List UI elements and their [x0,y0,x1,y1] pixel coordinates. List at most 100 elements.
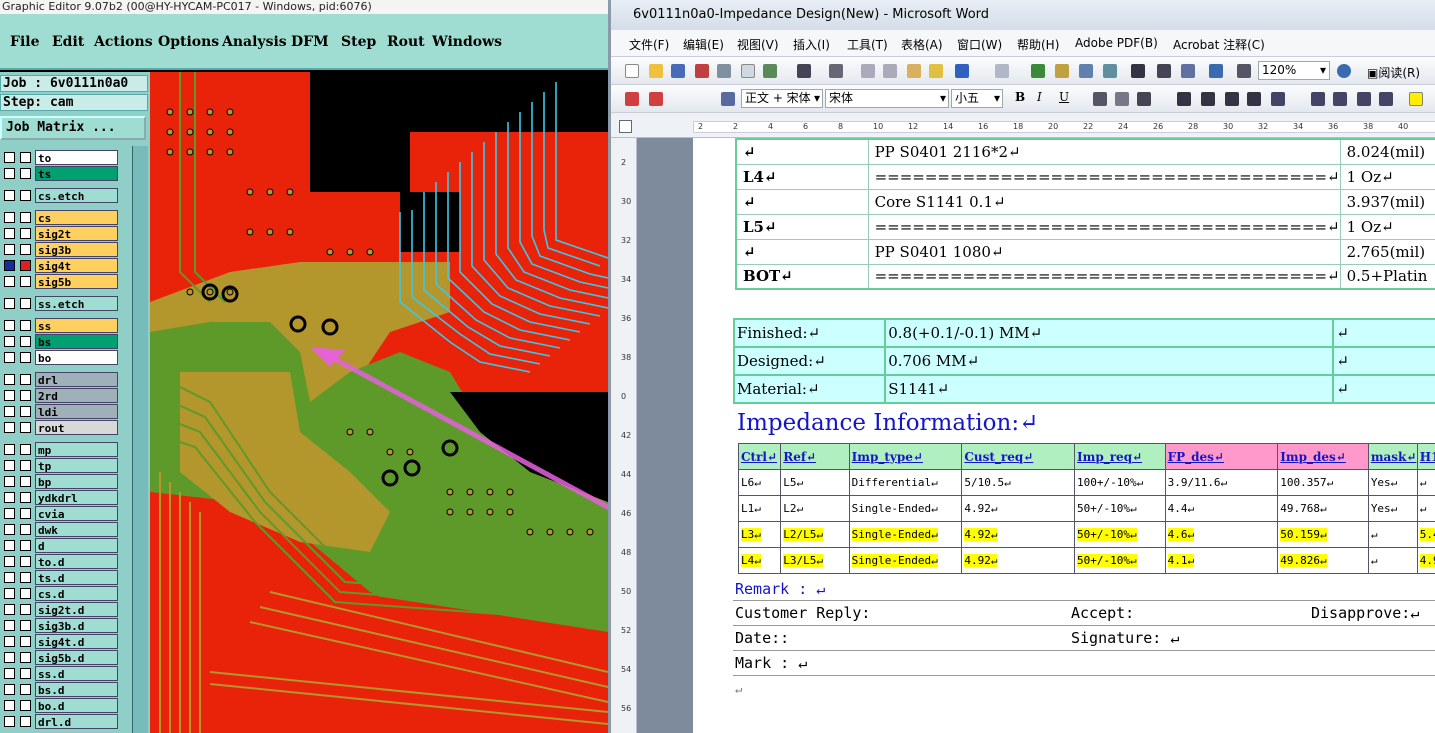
layer-display-box[interactable] [20,228,31,239]
layer-display-box[interactable] [20,492,31,503]
layer-checkbox[interactable] [4,152,15,163]
layer-checkbox[interactable] [4,244,15,255]
ge-menu-windows[interactable]: Windows [432,34,502,50]
layer-row[interactable]: 2rd [0,388,150,403]
layer-row[interactable]: sig5b [0,274,150,289]
layer-checkbox[interactable] [4,228,15,239]
cut-icon[interactable] [861,64,875,78]
layer-row[interactable]: ydkdrl [0,490,150,505]
layer-display-box[interactable] [20,636,31,647]
format-painter-icon[interactable] [929,64,943,78]
ge-menu-dfm[interactable]: DFM [291,34,329,50]
pdf-email-icon[interactable] [649,92,663,106]
char-scale-icon[interactable] [1137,92,1151,106]
layer-row[interactable]: bo [0,350,150,365]
layer-row[interactable]: ss.d [0,666,150,681]
layer-checkbox[interactable] [4,716,15,727]
layer-row[interactable]: cs.etch [0,188,150,203]
layer-checkbox[interactable] [4,212,15,223]
layer-row[interactable]: ts.d [0,570,150,585]
layer-display-box[interactable] [20,508,31,519]
research-icon[interactable] [829,64,843,78]
layer-display-box[interactable] [20,684,31,695]
layer-display-box[interactable] [20,540,31,551]
layer-row[interactable]: to [0,150,150,165]
layer-display-box[interactable] [20,422,31,433]
layer-row[interactable]: sig3b [0,242,150,257]
layer-row[interactable]: bs [0,334,150,349]
layer-display-box[interactable] [20,444,31,455]
layer-display-box[interactable] [20,260,31,271]
layer-display-box[interactable] [20,476,31,487]
print-icon[interactable] [717,64,731,78]
show-hide-icon[interactable] [1209,64,1223,78]
word-menu-adobe-pdf[interactable]: Adobe PDF(B) [1075,36,1158,50]
layer-display-box[interactable] [20,716,31,727]
pcb-graphic-view[interactable] [150,72,608,733]
word-menu-tools[interactable]: 工具(T) [847,36,888,53]
layer-checkbox[interactable] [4,604,15,615]
paste-icon[interactable] [907,64,921,78]
horizontal-ruler[interactable]: 2 2 4 6 8 10 12 14 16 18 20 22 24 26 28 30 32 34 36 38 40 [611,116,1435,138]
tables-borders-icon[interactable] [1055,64,1069,78]
layer-row[interactable]: bs.d [0,682,150,697]
layer-display-box[interactable] [20,352,31,363]
layer-row[interactable]: to.d [0,554,150,569]
word-menu-edit[interactable]: 编辑(E) [683,36,724,53]
italic-icon[interactable]: I [1037,90,1042,104]
layer-checkbox[interactable] [4,260,15,271]
help-icon[interactable] [1337,64,1351,78]
layer-checkbox[interactable] [4,652,15,663]
layer-row[interactable]: sig3b.d [0,618,150,633]
ge-menu-actions[interactable]: Actions [94,34,153,50]
layer-checkbox[interactable] [4,422,15,433]
save-icon[interactable] [671,64,685,78]
layer-display-box[interactable] [20,298,31,309]
layer-checkbox[interactable] [4,168,15,179]
font-select[interactable]: 宋体 ▾ [825,89,949,108]
layer-row[interactable]: sig5b.d [0,650,150,665]
layer-checkbox[interactable] [4,700,15,711]
layer-row[interactable]: mp [0,442,150,457]
layer-checkbox[interactable] [4,540,15,551]
layer-row[interactable]: rout [0,420,150,435]
style-select[interactable]: 正文 + 宋体 ▾ [741,89,823,108]
layer-display-box[interactable] [20,652,31,663]
layer-row[interactable]: cs [0,210,150,225]
layer-checkbox[interactable] [4,636,15,647]
layer-checkbox[interactable] [4,374,15,385]
word-menu-view[interactable]: 视图(V) [737,36,779,53]
ge-menu-options[interactable]: Options [158,34,219,50]
document-page[interactable]: ↵ PP S0401 2116*2↵ 8.024(mil) L4↵ ==========… [693,138,1435,733]
layer-row[interactable]: bp [0,474,150,489]
highlight-icon[interactable] [1409,92,1423,106]
layer-checkbox[interactable] [4,476,15,487]
print-preview-icon[interactable] [741,64,755,78]
insert-excel-icon[interactable] [1103,64,1117,78]
traditional-chinese-icon[interactable] [797,64,811,78]
align-right-icon[interactable] [1225,92,1239,106]
font-size-select[interactable]: 小五 ▾ [951,89,1003,108]
layer-row[interactable]: ss [0,318,150,333]
layer-checkbox[interactable] [4,572,15,583]
underline-icon[interactable]: U [1059,90,1069,104]
copy-icon[interactable] [883,64,897,78]
layer-display-box[interactable] [20,700,31,711]
bold-icon[interactable]: B [1015,90,1025,104]
word-menu-help[interactable]: 帮助(H) [1017,36,1059,53]
layer-row[interactable]: ss.etch [0,296,150,311]
layer-checkbox[interactable] [4,298,15,309]
document-map-icon[interactable] [1181,64,1195,78]
word-menu-table[interactable]: 表格(A) [901,36,943,53]
paragraph-mark-icon[interactable] [1237,64,1251,78]
layer-checkbox[interactable] [4,556,15,567]
layer-checkbox[interactable] [4,524,15,535]
layer-row[interactable]: dwk [0,522,150,537]
ge-menu-rout[interactable]: Rout [387,34,425,50]
vertical-ruler[interactable]: 2 30 32 34 36 38 0 42 44 46 48 50 52 54 56 [617,138,637,733]
insert-table-icon[interactable] [1079,64,1093,78]
layer-display-box[interactable] [20,668,31,679]
word-menu-acrobat[interactable]: Acrobat 注释(C) [1173,36,1265,53]
open-icon[interactable] [649,64,663,78]
layer-row[interactable]: tp [0,458,150,473]
